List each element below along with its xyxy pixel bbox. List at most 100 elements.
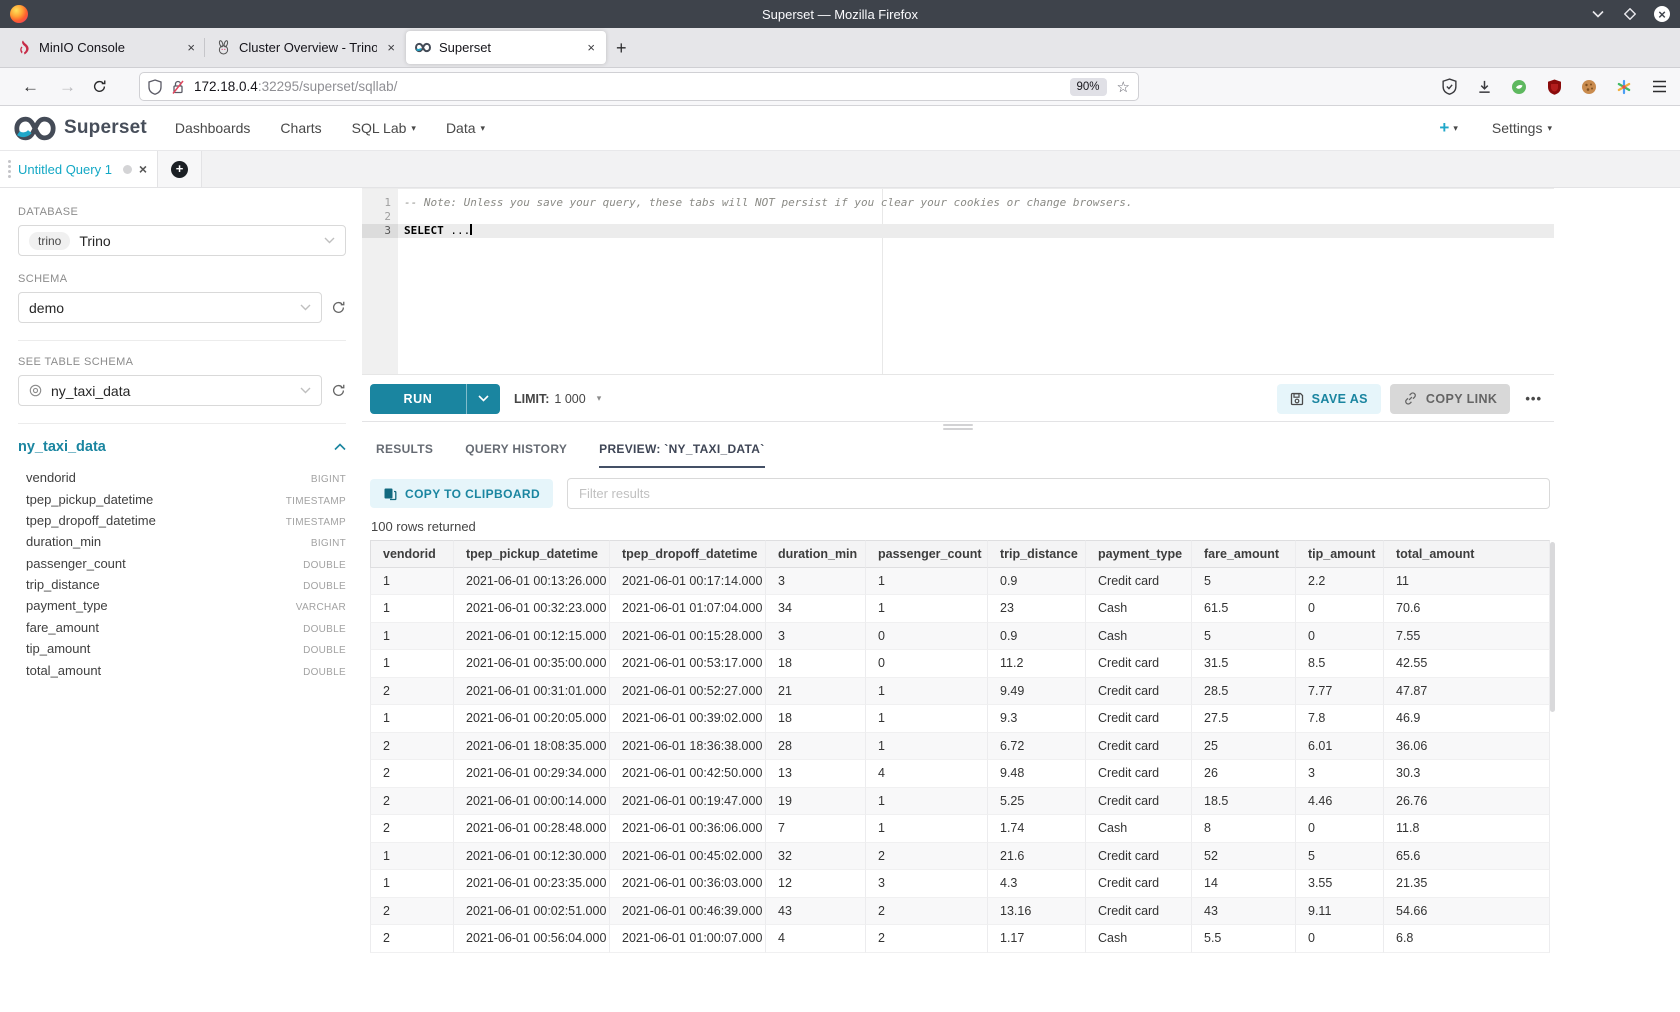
filter-results-input[interactable]	[567, 478, 1550, 509]
bookmark-star-icon[interactable]: ☆	[1117, 78, 1130, 96]
window-maximize-icon[interactable]	[1622, 6, 1638, 22]
protections-shield-icon[interactable]	[1440, 78, 1458, 96]
column-row[interactable]: passenger_countDOUBLE	[18, 553, 346, 574]
results-tab-query-history[interactable]: QUERY HISTORY	[465, 442, 567, 468]
colorful-extension-icon[interactable]	[1615, 78, 1633, 96]
schema-select[interactable]: demo	[18, 292, 322, 323]
extension-green-icon[interactable]	[1510, 78, 1528, 96]
copy-link-button[interactable]: COPY LINK	[1390, 384, 1510, 414]
reload-button[interactable]	[92, 79, 107, 94]
column-row[interactable]: tpep_dropoff_datetimeTIMESTAMP	[18, 510, 346, 531]
ublock-icon[interactable]	[1545, 78, 1563, 96]
column-row[interactable]: duration_minBIGINT	[18, 531, 346, 552]
table-schema-card-header[interactable]: ny_taxi_data	[18, 439, 346, 455]
nav-dashboards[interactable]: Dashboards	[175, 120, 251, 136]
refresh-table-icon[interactable]	[331, 383, 346, 398]
table-row[interactable]: 12021-06-01 00:13:26.0002021-06-01 00:17…	[370, 568, 1550, 596]
column-row[interactable]: fare_amountDOUBLE	[18, 617, 346, 638]
table-row[interactable]: 12021-06-01 00:32:23.0002021-06-01 01:07…	[370, 595, 1550, 623]
browser-tab-trino[interactable]: Cluster Overview - Trino ×	[206, 31, 406, 64]
browser-tab-minio[interactable]: MinIO Console ×	[6, 31, 206, 64]
results-tab-preview-ny-taxi-data[interactable]: PREVIEW: `NY_TAXI_DATA`	[599, 442, 764, 468]
downloads-icon[interactable]	[1475, 78, 1493, 96]
tab-close-icon[interactable]: ×	[585, 40, 597, 55]
menu-hamburger-icon[interactable]	[1650, 78, 1668, 96]
add-query-tab-button[interactable]: +	[171, 161, 188, 178]
window-minimize-icon[interactable]	[1590, 6, 1606, 22]
chevron-down-icon: ▾	[481, 123, 486, 134]
table-select[interactable]: ny_taxi_data	[18, 375, 322, 406]
table-row[interactable]: 22021-06-01 18:08:35.0002021-06-01 18:36…	[370, 733, 1550, 761]
table-row[interactable]: 12021-06-01 00:20:05.0002021-06-01 00:39…	[370, 705, 1550, 733]
header-cell[interactable]: tpep_dropoff_datetime	[610, 540, 766, 568]
query-tab-close-icon[interactable]: ×	[139, 161, 147, 177]
forward-button[interactable]: →	[59, 77, 76, 97]
chevron-down-icon	[300, 387, 311, 394]
table-row[interactable]: 12021-06-01 00:23:35.0002021-06-01 00:36…	[370, 870, 1550, 898]
header-cell[interactable]: fare_amount	[1192, 540, 1296, 568]
column-row[interactable]: tpep_pickup_datetimeTIMESTAMP	[18, 488, 346, 509]
table-row[interactable]: 12021-06-01 00:12:30.0002021-06-01 00:45…	[370, 843, 1550, 871]
table-row[interactable]: 22021-06-01 00:02:51.0002021-06-01 00:46…	[370, 898, 1550, 926]
query-tab-active[interactable]: Untitled Query 1 ×	[0, 151, 158, 187]
editor-line[interactable]: 2	[362, 210, 1554, 224]
back-button[interactable]: ←	[22, 77, 39, 97]
header-cell[interactable]: trip_distance	[988, 540, 1086, 568]
new-item-button[interactable]: +▾	[1439, 118, 1457, 138]
table-row[interactable]: 22021-06-01 00:28:48.0002021-06-01 00:36…	[370, 815, 1550, 843]
limit-dropdown[interactable]: LIMIT: 1 000 ▾	[514, 392, 601, 406]
column-row[interactable]: payment_typeVARCHAR	[18, 595, 346, 616]
results-tab-results[interactable]: RESULTS	[376, 442, 433, 468]
table-row[interactable]: 12021-06-01 00:35:00.0002021-06-01 00:53…	[370, 650, 1550, 678]
more-options-icon[interactable]: •••	[1519, 391, 1548, 406]
nav-charts[interactable]: Charts	[280, 120, 321, 136]
header-cell[interactable]: vendorid	[370, 540, 454, 568]
chevron-up-icon[interactable]	[334, 443, 346, 451]
sql-editor[interactable]: 1-- Note: Unless you save your query, th…	[362, 188, 1554, 375]
cookie-extension-icon[interactable]	[1580, 78, 1598, 96]
column-row[interactable]: tip_amountDOUBLE	[18, 638, 346, 659]
new-tab-button[interactable]: +	[616, 38, 627, 59]
header-cell[interactable]: payment_type	[1086, 540, 1192, 568]
lock-insecure-icon[interactable]	[171, 79, 185, 95]
window-close-icon[interactable]: ×	[1654, 6, 1670, 22]
editor-line[interactable]: 1-- Note: Unless you save your query, th…	[362, 196, 1554, 210]
refresh-schema-icon[interactable]	[331, 300, 346, 315]
drag-handle-icon[interactable]	[8, 160, 11, 178]
run-options-caret[interactable]	[466, 384, 500, 414]
browser-tab-superset[interactable]: Superset ×	[406, 31, 606, 64]
url-bar[interactable]: 172.18.0.4:32295/superset/sqllab/ 90% ☆	[139, 72, 1139, 101]
table-row[interactable]: 22021-06-01 00:00:14.0002021-06-01 00:19…	[370, 788, 1550, 816]
table-row[interactable]: 22021-06-01 00:29:34.0002021-06-01 00:42…	[370, 760, 1550, 788]
table-row[interactable]: 22021-06-01 00:31:01.0002021-06-01 00:52…	[370, 678, 1550, 706]
copy-to-clipboard-button[interactable]: COPY TO CLIPBOARD	[370, 479, 553, 508]
column-row[interactable]: trip_distanceDOUBLE	[18, 574, 346, 595]
nav-sql-lab[interactable]: SQL Lab▾	[352, 120, 416, 136]
superset-brand[interactable]: Superset	[14, 115, 147, 142]
header-cell[interactable]: tip_amount	[1296, 540, 1384, 568]
table-icon	[29, 384, 42, 397]
settings-menu[interactable]: Settings▾	[1492, 120, 1552, 136]
shield-icon[interactable]	[148, 79, 162, 95]
header-cell[interactable]: tpep_pickup_datetime	[454, 540, 610, 568]
database-select[interactable]: trino Trino	[18, 225, 346, 256]
zoom-level-badge[interactable]: 90%	[1070, 78, 1107, 96]
table-cell: 12	[766, 870, 866, 898]
nav-data[interactable]: Data▾	[446, 120, 485, 136]
header-cell[interactable]: duration_min	[766, 540, 866, 568]
table-cell: 1	[370, 650, 454, 678]
table-row[interactable]: 12021-06-01 00:12:15.0002021-06-01 00:15…	[370, 623, 1550, 651]
resize-grip[interactable]	[943, 424, 973, 430]
tab-close-icon[interactable]: ×	[385, 40, 397, 55]
column-row[interactable]: total_amountDOUBLE	[18, 659, 346, 680]
table-row[interactable]: 22021-06-01 00:56:04.0002021-06-01 01:00…	[370, 925, 1550, 953]
results-scrollbar[interactable]	[1550, 542, 1555, 712]
header-cell[interactable]: total_amount	[1384, 540, 1550, 568]
editor-line[interactable]: 3SELECT ...	[362, 224, 1554, 238]
run-button-label[interactable]: RUN	[370, 384, 466, 414]
header-cell[interactable]: passenger_count	[866, 540, 988, 568]
column-row[interactable]: vendoridBIGINT	[18, 467, 346, 488]
tab-close-icon[interactable]: ×	[185, 40, 197, 55]
run-query-button[interactable]: RUN	[370, 384, 500, 414]
save-as-button[interactable]: SAVE AS	[1277, 384, 1381, 414]
